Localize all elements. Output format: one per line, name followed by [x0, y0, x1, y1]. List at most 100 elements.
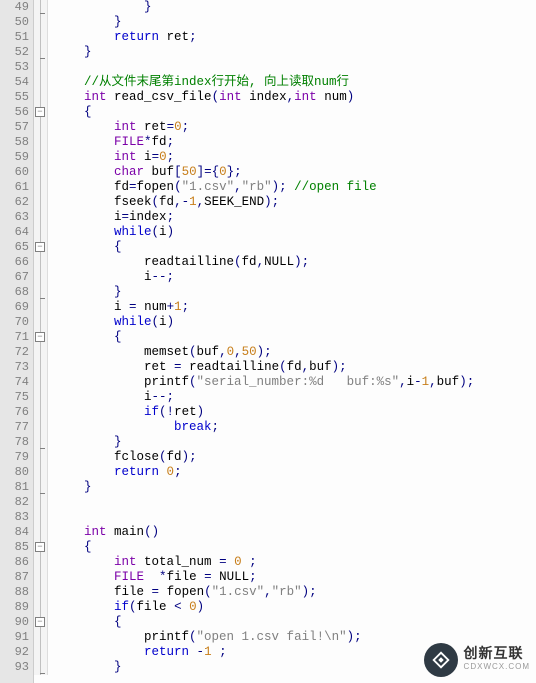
token-id: i: [114, 300, 122, 314]
code-line[interactable]: FILE *file = NULL;: [54, 570, 536, 585]
token-kw: return: [114, 465, 159, 479]
code-line[interactable]: i--;: [54, 270, 536, 285]
token-num: 0: [159, 150, 167, 164]
code-line[interactable]: }: [54, 435, 536, 450]
code-line[interactable]: readtailline(fd,NULL);: [54, 255, 536, 270]
token-pn: (: [212, 90, 220, 104]
code-line[interactable]: char buf[50]={0};: [54, 165, 536, 180]
token-id: file: [167, 570, 197, 584]
token-pn: ): [272, 180, 280, 194]
code-line[interactable]: fd=fopen("1.csv","rb"); //open file: [54, 180, 536, 195]
token-pn: (: [204, 585, 212, 599]
code-line[interactable]: i=index;: [54, 210, 536, 225]
code-line[interactable]: if(!ret): [54, 405, 536, 420]
code-line[interactable]: {: [54, 540, 536, 555]
code-line[interactable]: while(i): [54, 315, 536, 330]
token-pn: ;: [302, 255, 310, 269]
fold-end-icon: [40, 58, 45, 59]
token-pn: ): [197, 600, 205, 614]
code-line[interactable]: memset(buf,0,50);: [54, 345, 536, 360]
line-number: 53: [0, 60, 29, 75]
token-op: =: [129, 300, 137, 314]
code-line[interactable]: }: [54, 15, 536, 30]
code-line[interactable]: }: [54, 480, 536, 495]
code-line[interactable]: return ret;: [54, 30, 536, 45]
code-line[interactable]: }: [54, 285, 536, 300]
code-line[interactable]: int total_num = 0 ;: [54, 555, 536, 570]
token-id: index: [129, 210, 167, 224]
code-line[interactable]: fseek(fd,-1,SEEK_END);: [54, 195, 536, 210]
line-number: 81: [0, 480, 29, 495]
token-pn: ;: [174, 465, 182, 479]
code-line[interactable]: break;: [54, 420, 536, 435]
code-line[interactable]: {: [54, 105, 536, 120]
token-op: -: [197, 645, 205, 659]
code-line[interactable]: return 0;: [54, 465, 536, 480]
code-line[interactable]: int read_csv_file(int index,int num): [54, 90, 536, 105]
code-line[interactable]: int main(): [54, 525, 536, 540]
code-line[interactable]: }: [54, 0, 536, 15]
token-op: <: [174, 600, 182, 614]
token-ty: int: [114, 150, 137, 164]
token-pn: ,: [234, 180, 242, 194]
token-op: *: [144, 135, 152, 149]
line-number: 64: [0, 225, 29, 240]
token-id: num: [144, 300, 167, 314]
code-line[interactable]: i = num+1;: [54, 300, 536, 315]
code-line[interactable]: i--;: [54, 390, 536, 405]
token-num: 1: [174, 300, 182, 314]
code-area[interactable]: } } return ret; } //从文件末尾第index行开始, 向上读取…: [48, 0, 536, 683]
code-line[interactable]: {: [54, 240, 536, 255]
fold-toggle-icon[interactable]: −: [35, 542, 45, 552]
code-line[interactable]: FILE*fd;: [54, 135, 536, 150]
token-op: -: [414, 375, 422, 389]
token-pn: ;: [219, 645, 227, 659]
code-line[interactable]: {: [54, 615, 536, 630]
fold-toggle-icon[interactable]: −: [35, 242, 45, 252]
code-line[interactable]: while(i): [54, 225, 536, 240]
code-line[interactable]: fclose(fd);: [54, 450, 536, 465]
token-pn: (: [152, 195, 160, 209]
token-op: -: [182, 195, 190, 209]
line-number: 78: [0, 435, 29, 450]
line-number: 52: [0, 45, 29, 60]
code-line[interactable]: ret = readtailline(fd,buf);: [54, 360, 536, 375]
code-line[interactable]: if(file < 0): [54, 600, 536, 615]
line-number: 88: [0, 585, 29, 600]
token-pn: (: [174, 180, 182, 194]
token-pn: (: [279, 360, 287, 374]
code-line[interactable]: [54, 495, 536, 510]
token-num: 0: [167, 465, 175, 479]
code-line[interactable]: {: [54, 330, 536, 345]
code-line[interactable]: }: [54, 45, 536, 60]
fold-toggle-icon[interactable]: −: [35, 332, 45, 342]
code-line[interactable]: file = fopen("1.csv","rb");: [54, 585, 536, 600]
token-pn: ): [167, 315, 175, 329]
line-number: 54: [0, 75, 29, 90]
fold-toggle-icon[interactable]: −: [35, 617, 45, 627]
code-line[interactable]: //从文件末尾第index行开始, 向上读取num行: [54, 75, 536, 90]
token-pn: ]: [197, 165, 205, 179]
token-ty: int: [114, 555, 137, 569]
line-number: 62: [0, 195, 29, 210]
code-line[interactable]: int ret=0;: [54, 120, 536, 135]
code-line[interactable]: [54, 60, 536, 75]
token-fn: read_csv_file: [114, 90, 212, 104]
fold-gutter[interactable]: − − − − −: [34, 0, 48, 675]
token-pn: {: [114, 240, 122, 254]
token-id: file: [137, 600, 167, 614]
token-kw: if: [114, 600, 129, 614]
line-number: 60: [0, 165, 29, 180]
token-pn: }: [114, 435, 122, 449]
fold-toggle-icon[interactable]: −: [35, 107, 45, 117]
token-pn: {: [84, 105, 92, 119]
code-line[interactable]: printf("serial_number:%d buf:%s",i-1,buf…: [54, 375, 536, 390]
line-number: 85: [0, 540, 29, 555]
code-line[interactable]: [54, 510, 536, 525]
token-kw: return: [114, 30, 159, 44]
line-number: 77: [0, 420, 29, 435]
token-pn: ): [182, 450, 190, 464]
line-number: 82: [0, 495, 29, 510]
token-id: file: [114, 585, 144, 599]
code-line[interactable]: int i=0;: [54, 150, 536, 165]
